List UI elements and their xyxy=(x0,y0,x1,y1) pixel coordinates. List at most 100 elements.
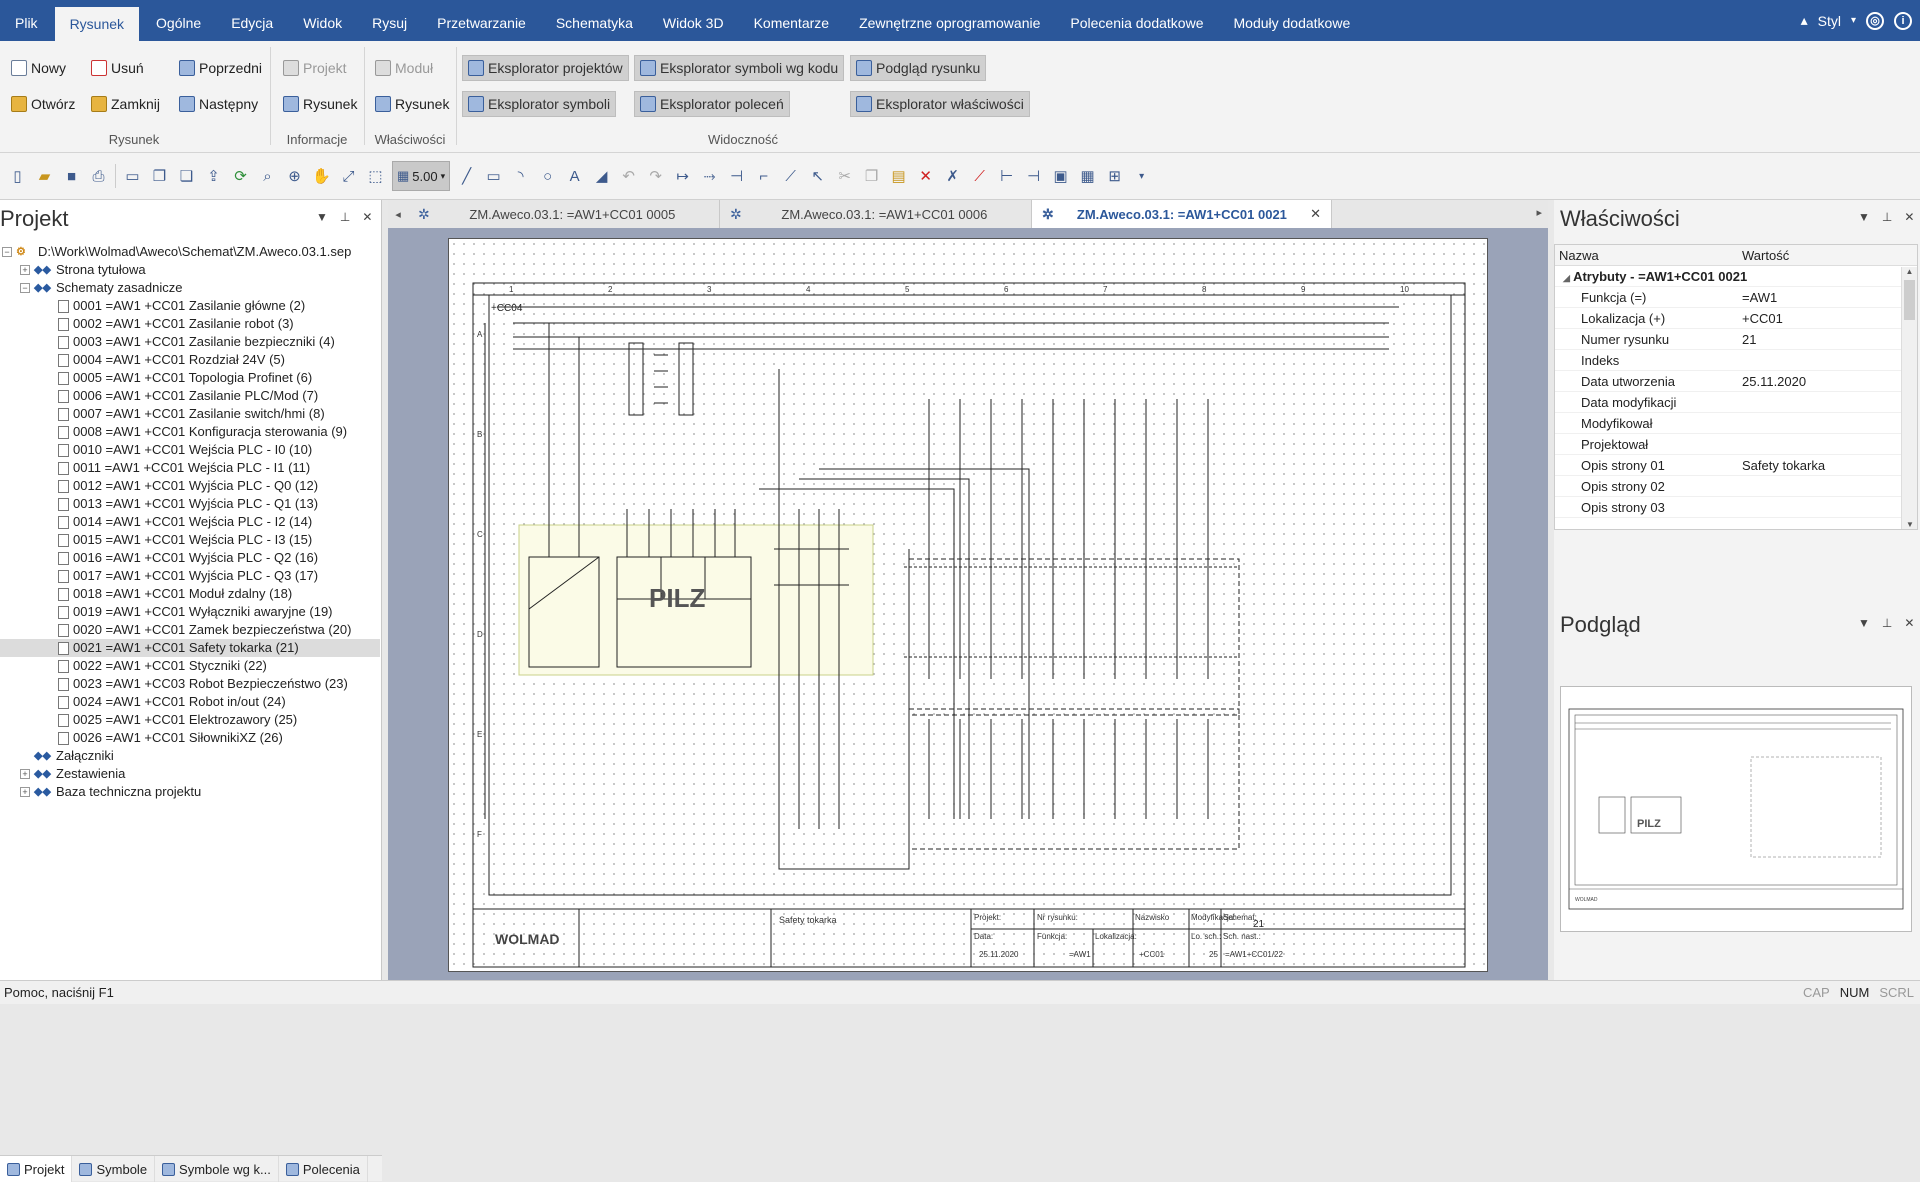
scroll-up-icon[interactable]: ▲ xyxy=(1902,267,1917,276)
globe-icon[interactable]: ◎ xyxy=(1866,11,1884,30)
save-icon[interactable]: ■ xyxy=(58,164,85,188)
paste-icon[interactable]: ▤ xyxy=(885,164,912,188)
menu-item-7[interactable]: Schematyka xyxy=(541,0,648,41)
delete-icon[interactable]: ✕ xyxy=(912,164,939,188)
print-icon[interactable]: ⎙ xyxy=(85,164,112,188)
connection-icon[interactable]: ⤑ xyxy=(696,164,723,188)
page-icon[interactable]: ▭ xyxy=(119,164,146,188)
style-menu[interactable]: Styl xyxy=(1818,13,1841,29)
undo-icon[interactable]: ↶ xyxy=(615,164,642,188)
next-drawing-button[interactable]: Następny xyxy=(174,91,263,117)
document-tab-1[interactable]: ✲ ZM.Aweco.03.1: =AW1+CC01 0006 xyxy=(720,200,1032,228)
grid-zoom-combo[interactable]: ▦ 5.00 ▾ xyxy=(392,161,451,191)
tree-folder-item[interactable]: − ◆◆ Schematy zasadnicze xyxy=(0,279,380,297)
property-row[interactable]: Opis strony 02 xyxy=(1555,476,1917,497)
menu-item-8[interactable]: Widok 3D xyxy=(648,0,739,41)
rectangle-icon[interactable]: ▭ xyxy=(480,164,507,188)
tree-page-item[interactable]: 0016 =AW1 +CC01 Wyjścia PLC - Q2 (16) xyxy=(0,549,380,567)
drawing-info-button[interactable]: Rysunek xyxy=(278,91,362,117)
tree-page-item[interactable]: 0014 =AW1 +CC01 Wejścia PLC - I2 (14) xyxy=(0,513,380,531)
delete-drawing-button[interactable]: Usuń xyxy=(86,55,149,81)
property-row[interactable]: Funkcja (=) =AW1 xyxy=(1555,287,1917,308)
property-value[interactable]: =AW1 xyxy=(1738,287,1898,307)
property-value[interactable] xyxy=(1738,476,1898,496)
new-drawing-button[interactable]: Nowy xyxy=(6,55,71,81)
menu-item-9[interactable]: Komentarze xyxy=(739,0,844,41)
expand-icon[interactable]: + xyxy=(20,769,30,779)
menu-item-3[interactable]: Edycja xyxy=(216,0,288,41)
dropdown-icon[interactable]: ▼ xyxy=(1858,210,1870,224)
property-row[interactable]: Opis strony 01 Safety tokarka xyxy=(1555,455,1917,476)
property-row[interactable]: Lokalizacja (+) +CC01 xyxy=(1555,308,1917,329)
scrollbar[interactable]: ▲ ▼ xyxy=(1901,267,1917,529)
arc-icon[interactable]: ◝ xyxy=(507,164,534,188)
select-icon[interactable]: ↖ xyxy=(804,164,831,188)
tree-folder-item[interactable]: + ◆◆ Zestawienia xyxy=(0,765,380,783)
tree-page-item[interactable]: 0006 =AW1 +CC01 Zasilanie PLC/Mod (7) xyxy=(0,387,380,405)
property-row[interactable]: Numer rysunku 21 xyxy=(1555,329,1917,350)
tree-folder-item[interactable]: + ◆◆ Strona tytułowa xyxy=(0,261,380,279)
close-icon[interactable]: ✕ xyxy=(1904,616,1914,630)
property-value[interactable] xyxy=(1738,350,1898,370)
schematic-sheet[interactable]: 1 2 3 4 5 6 7 8 9 10 ABCDEF +CC04 PILZ W… xyxy=(448,238,1488,972)
tree-folder-item[interactable]: ◆◆ Załączniki xyxy=(0,747,380,765)
tree-page-item[interactable]: 0008 =AW1 +CC01 Konfiguracja sterowania … xyxy=(0,423,380,441)
dropdown-icon[interactable]: ▼ xyxy=(1858,616,1870,630)
expand-icon[interactable]: + xyxy=(20,787,30,797)
scroll-thumb[interactable] xyxy=(1904,280,1915,320)
left-tab-3[interactable]: Polecenia xyxy=(279,1156,368,1182)
menu-item-10[interactable]: Zewnętrzne oprogramowanie xyxy=(844,0,1055,41)
table-icon[interactable]: ▦ xyxy=(1074,164,1101,188)
tree-page-item[interactable]: 0004 =AW1 +CC01 Rozdział 24V (5) xyxy=(0,351,380,369)
tree-page-item[interactable]: 0022 =AW1 +CC01 Styczniki (22) xyxy=(0,657,380,675)
tree-page-item[interactable]: 0012 =AW1 +CC01 Wyjścia PLC - Q0 (12) xyxy=(0,477,380,495)
pages-icon[interactable]: ❐ xyxy=(146,164,173,188)
close-icon[interactable]: ✕ xyxy=(362,210,372,224)
line-icon[interactable]: ╱ xyxy=(453,164,480,188)
scroll-down-icon[interactable]: ▼ xyxy=(1902,520,1918,529)
jumper-icon[interactable]: ⌐ xyxy=(750,164,777,188)
zoom-window-icon[interactable]: ⬚ xyxy=(362,164,389,188)
align-right-icon[interactable]: ⊣ xyxy=(1020,164,1047,188)
menu-item-6[interactable]: Przetwarzanie xyxy=(422,0,541,41)
tree-page-item[interactable]: 0002 =AW1 +CC01 Zasilanie robot (3) xyxy=(0,315,380,333)
close-icon[interactable]: ✕ xyxy=(1904,210,1914,224)
toolbar-overflow-icon[interactable]: ▾ xyxy=(1128,164,1155,188)
tree-page-item[interactable]: 0011 =AW1 +CC01 Wejścia PLC - I1 (11) xyxy=(0,459,380,477)
menu-item-0[interactable]: Plik xyxy=(0,0,53,41)
bus-icon[interactable]: ⊣ xyxy=(723,164,750,188)
property-row[interactable]: Modyfikował xyxy=(1555,413,1917,434)
property-value[interactable] xyxy=(1738,497,1898,517)
drawing-properties-button[interactable]: Rysunek xyxy=(370,91,454,117)
tree-page-item[interactable]: 0020 =AW1 +CC01 Zamek bezpieczeństwa (20… xyxy=(0,621,380,639)
align-left-icon[interactable]: ⊢ xyxy=(993,164,1020,188)
project-explorer-toggle[interactable]: Eksplorator projektów xyxy=(462,55,629,81)
cut-icon[interactable]: ✂ xyxy=(831,164,858,188)
left-tab-0[interactable]: Projekt xyxy=(0,1156,73,1182)
tree-icon[interactable]: ⊞ xyxy=(1101,164,1128,188)
copy-icon[interactable]: ❐ xyxy=(858,164,885,188)
property-row[interactable]: Data utworzenia 25.11.2020 xyxy=(1555,371,1917,392)
command-explorer-toggle[interactable]: Eksplorator poleceń xyxy=(634,91,790,117)
symbol-code-explorer-toggle[interactable]: Eksplorator symboli wg kodu xyxy=(634,55,845,81)
new-icon[interactable]: ▯ xyxy=(4,164,31,188)
property-value[interactable]: +CC01 xyxy=(1738,308,1898,328)
tree-page-item[interactable]: 0015 =AW1 +CC01 Wejścia PLC - I3 (15) xyxy=(0,531,380,549)
tree-page-item[interactable]: 0005 =AW1 +CC01 Topologia Profinet (6) xyxy=(0,369,380,387)
symbol-explorer-toggle[interactable]: Eksplorator symboli xyxy=(462,91,617,117)
property-row[interactable]: Projektował xyxy=(1555,434,1917,455)
export-icon[interactable]: ⇪ xyxy=(200,164,227,188)
drawing-preview-toggle[interactable]: Podgląd rysunku xyxy=(850,55,987,81)
menu-item-11[interactable]: Polecenia dodatkowe xyxy=(1055,0,1218,41)
module-properties-button[interactable]: Moduł xyxy=(370,55,438,81)
tree-page-item[interactable]: 0023 =AW1 +CC03 Robot Bezpieczeństwo (23… xyxy=(0,675,380,693)
trim-icon[interactable]: ⟋ xyxy=(966,164,993,188)
cable-icon[interactable]: ⟋ xyxy=(777,164,804,188)
project-info-button[interactable]: Projekt xyxy=(278,55,352,81)
menu-item-1[interactable]: Rysunek xyxy=(54,7,140,41)
refresh-icon[interactable]: ⟳ xyxy=(227,164,254,188)
property-value[interactable]: Safety tokarka xyxy=(1738,455,1898,475)
pin-icon[interactable]: ⊥ xyxy=(1882,616,1892,630)
open-icon[interactable]: ▰ xyxy=(31,164,58,188)
circle-icon[interactable]: ○ xyxy=(534,164,561,188)
